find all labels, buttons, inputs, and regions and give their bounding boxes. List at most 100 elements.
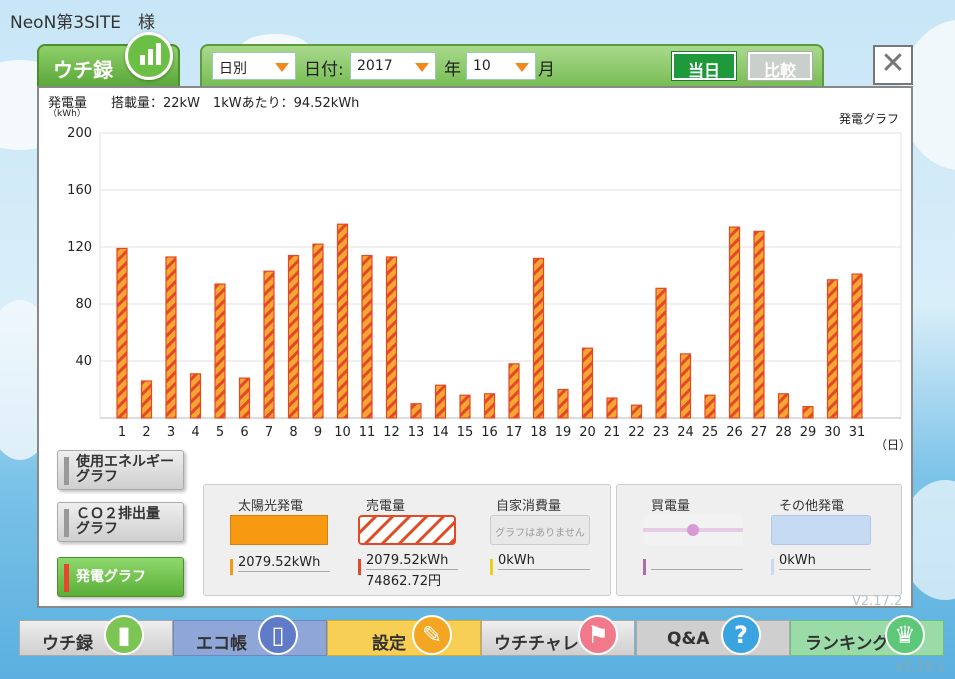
x-tick-label: 15 [457,425,474,440]
bar-day-18 [532,257,545,419]
energy-graph-button[interactable]: 使用エネルギー グラフ [57,450,184,490]
y-tick-label: 40 [75,354,92,369]
bar-day-24 [679,353,692,419]
nav-uchiroku[interactable]: ウチ録 ▮ [19,615,173,656]
x-tick-label: 23 [653,425,670,440]
mode-select[interactable]: 日別 [212,52,296,80]
bar-day-3 [165,256,177,419]
bar-chart-icon [125,32,173,80]
bar-day-23 [655,287,667,419]
buy-swatch [643,515,743,545]
flag-icon: ⚑ [578,615,618,655]
bar-day-22 [630,404,643,419]
legend-generation: 太陽光発電 2079.52kWh 売電量 2079.52kWh 74862.72… [203,484,611,596]
month-unit: 月 [538,60,555,80]
bar-day-31 [851,273,863,419]
x-tick-label: 6 [240,425,248,440]
self-marker [490,559,493,575]
co2-graph-button[interactable]: ＣＯ２排出量 グラフ [57,502,184,542]
crown-icon: ♛ [885,615,925,655]
month-value: 10 [473,58,491,74]
year-value: 2017 [357,58,393,74]
chart-bars [116,223,863,419]
sell-title: 売電量 [366,499,406,514]
month-select[interactable]: 10 [466,52,536,80]
notebook-icon: ▯ [258,615,298,655]
bar-day-10 [336,223,349,419]
nav-label: Q&A [667,629,710,649]
y-tick-labels: 40 80 120 160 200 [67,126,92,369]
bar-day-6 [238,377,251,419]
bar-chart-icon: ▮ [104,615,144,655]
sell-marker [358,559,361,575]
bar-day-17 [508,363,520,419]
app-window: NeoN第3SITE 様 ウチ録 日別 日付: 2017 年 10 月 当日 比… [0,0,955,679]
divider [498,569,590,570]
bar-day-20 [581,347,594,419]
x-tick-label: 29 [800,425,817,440]
bar-day-1 [116,247,128,419]
bar-day-5 [214,283,226,419]
close-button[interactable]: ✕ [873,45,913,85]
bar-day-7 [263,270,275,419]
bar-day-29 [802,406,814,419]
dropdown-arrow-icon [275,63,289,72]
x-tick-label: 27 [751,425,768,440]
bar-day-14 [434,384,447,419]
bar-day-8 [287,254,300,419]
divider [238,571,330,572]
nav-settei[interactable]: 設定 ✎ [327,615,481,656]
sell-swatch [358,515,456,545]
today-button[interactable]: 当日 [672,52,736,80]
divider [366,569,458,570]
other-marker [771,559,774,575]
x-tick-label: 3 [167,425,175,440]
close-icon: ✕ [880,46,906,81]
nav-qa[interactable]: Q&A ? [636,615,790,656]
bar-day-2 [140,380,153,419]
power-bar-chart: 1 2 3 4 5 6 7 8 9 10 11 12 13 14 15 16 17 18 19 20 21 22 23 24 2… [67,126,902,440]
divider [651,569,743,570]
compare-button[interactable]: 比較 [748,52,812,80]
x-tick-label: 7 [265,425,273,440]
bar-day-28 [777,393,790,419]
other-swatch [771,515,871,545]
x-tick-label: 28 [775,425,792,440]
x-tick-label: 25 [702,425,719,440]
bar-day-26 [728,226,741,419]
x-tick-label: 10 [334,425,351,440]
x-tick-label: 22 [628,425,645,440]
x-tick-label: 20 [579,425,596,440]
bar-day-25 [704,394,716,419]
x-tick-label: 21 [604,425,621,440]
bar-day-16 [483,393,496,419]
nav-ranking[interactable]: ランキング ♛ [790,615,944,656]
y-tick-label: 120 [67,240,92,255]
nav-uchichare[interactable]: ウチチャレ ⚑ [481,615,635,656]
power-graph-button[interactable]: 発電グラフ [57,557,184,597]
x-tick-label: 9 [314,425,322,440]
bar-day-30 [826,279,839,419]
question-icon: ? [721,615,761,655]
nav-label: ウチチャレ [494,634,579,654]
bar-day-27 [753,230,765,419]
sell-yen: 74862.72円 [366,574,442,589]
nav-ecocho[interactable]: エコ帳 ▯ [173,615,327,656]
y-tick-label: 160 [67,183,92,198]
x-tick-label: 14 [432,425,449,440]
bar-day-9 [312,243,324,419]
x-tick-label: 31 [849,425,866,440]
tab-uchiroku[interactable]: ウチ録 [37,32,180,86]
bar-day-13 [410,403,422,419]
year-select[interactable]: 2017 [350,52,436,80]
bar-day-19 [557,388,569,419]
bar-day-21 [606,397,618,419]
x-tick-label: 24 [677,425,694,440]
bar-day-11 [361,254,373,419]
solar-title: 太陽光発電 [238,499,304,514]
x-tick-label: 16 [481,425,498,440]
nav-label: エコ帳 [196,634,247,654]
divider [779,569,871,570]
x-tick-label: 13 [408,425,425,440]
mode-value: 日別 [219,61,247,77]
